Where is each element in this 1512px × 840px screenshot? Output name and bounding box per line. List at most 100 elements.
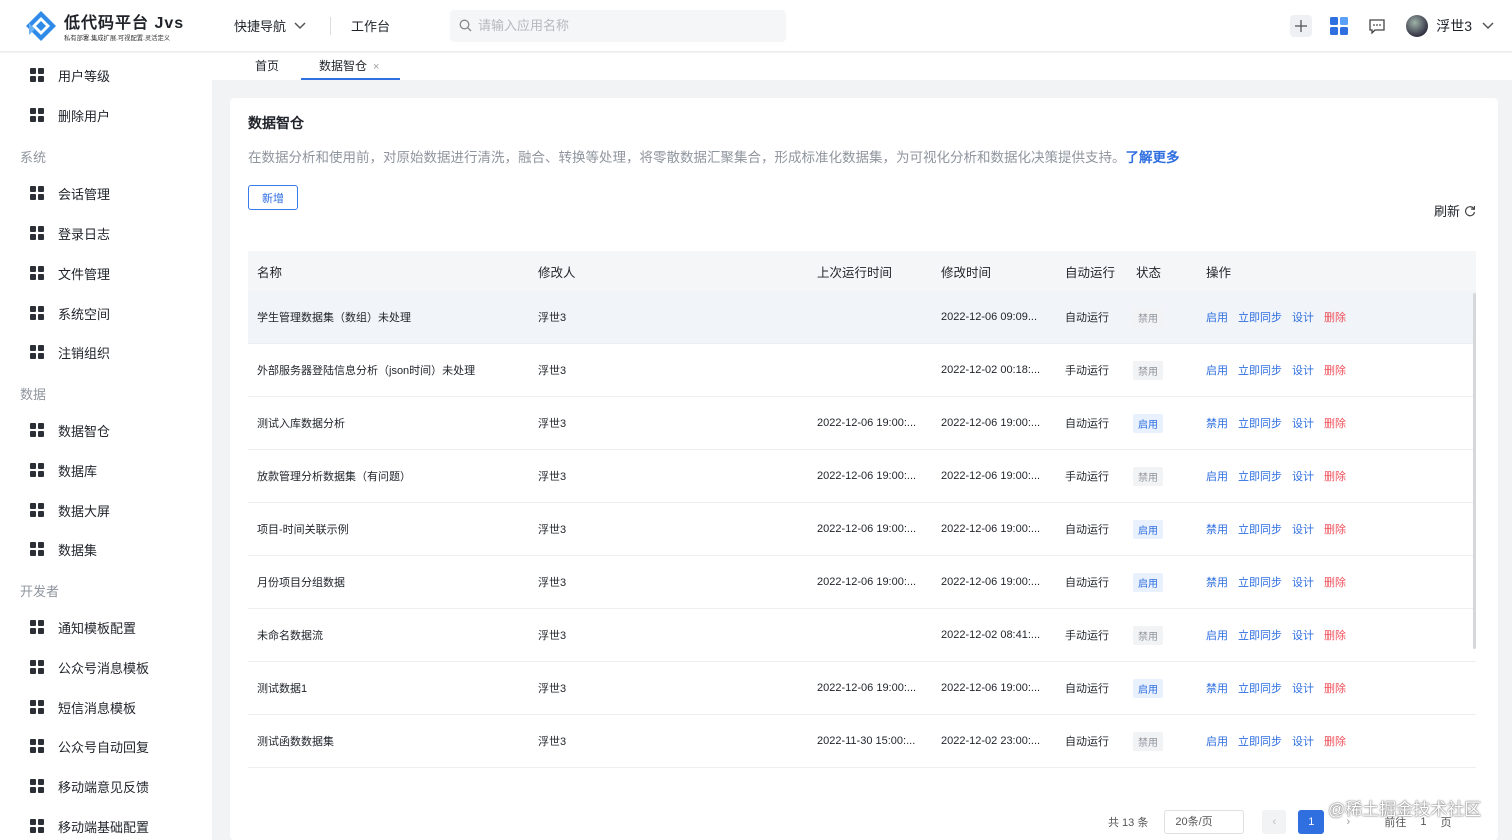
sidebar-item-dataset[interactable]: 数据集 [30,537,97,561]
chevron-down-icon[interactable] [1482,22,1494,30]
cell-modifier: 浮世3 [538,365,567,377]
sync-now-link[interactable]: 立即同步 [1238,736,1282,748]
design-link[interactable]: 设计 [1292,736,1314,748]
cell-name: 项目-时间关联示例 [257,524,349,536]
sidebar-item-label: 注销组织 [58,345,111,361]
prev-page-icon[interactable]: ‹ [1262,810,1287,834]
design-link[interactable]: 设计 [1292,365,1314,377]
sync-now-link[interactable]: 立即同步 [1238,524,1282,536]
row-actions: 启用 立即同步 设计 删除 [1206,309,1356,325]
sidebar-item-label: 公众号自动回复 [58,739,150,755]
sidebar-item-label: 短信消息模板 [58,700,137,716]
table-row[interactable]: 月份项目分组数据 浮世3 2022-12-06 19:00:... 2022-12-0… [248,556,1476,609]
grid-icon [30,819,44,833]
sync-now-link[interactable]: 立即同步 [1238,312,1282,324]
sidebar-item-mp-autoreply[interactable]: 公众号自动回复 [30,734,149,758]
apps-grid-icon[interactable] [1328,15,1350,37]
toggle-status-link[interactable]: 禁用 [1206,683,1228,695]
toggle-status-link[interactable]: 启用 [1206,630,1228,642]
sidebar-item-login-log[interactable]: 登录日志 [30,221,110,245]
table-row[interactable]: 未命名数据流 浮世3 2022-12-02 08:41:... 手动运行 禁用 启用 立即同… [248,609,1476,662]
add-button[interactable]: 新增 [248,185,298,210]
design-link[interactable]: 设计 [1292,471,1314,483]
cell-name: 测试函数数据集 [257,736,334,748]
learn-more-link[interactable]: 了解更多 [1126,150,1180,165]
refresh-label: 刷新 [1433,204,1460,219]
delete-link[interactable]: 删除 [1324,577,1346,589]
sidebar-item-mobile-config[interactable]: 移动端基础配置 [30,814,149,838]
toggle-status-link[interactable]: 禁用 [1206,524,1228,536]
table-row[interactable]: 学生管理数据集（数组）未处理 浮世3 2022-12-06 09:09... 自动运行… [248,291,1476,344]
sidebar-item-delete-user[interactable]: 删除用户 [30,103,110,127]
sync-now-link[interactable]: 立即同步 [1238,365,1282,377]
app-search-input[interactable] [478,18,769,33]
sidebar-item-notify-template[interactable]: 通知模板配置 [30,615,136,639]
page-description: 在数据分析和使用前，对原始数据进行清洗，融合、转换等处理，将零散数据汇聚集合，形… [248,150,1180,165]
delete-link[interactable]: 删除 [1324,683,1346,695]
sidebar-item-mobile-feedback[interactable]: 移动端意见反馈 [30,774,149,798]
refresh-button[interactable]: 刷新 [1434,201,1476,220]
design-link[interactable]: 设计 [1292,683,1314,695]
logo-title: 低代码平台 Jvs [64,14,185,32]
delete-link[interactable]: 删除 [1324,471,1346,483]
sync-now-link[interactable]: 立即同步 [1238,471,1282,483]
app-logo[interactable]: 低代码平台 Jvs 私有部署.集成扩展.可视配置.灵活定义 [24,9,210,43]
delete-link[interactable]: 删除 [1324,418,1346,430]
design-link[interactable]: 设计 [1292,312,1314,324]
tab-data-warehouse[interactable]: 数据智仓 × [301,53,400,80]
app-search-box[interactable] [450,9,787,42]
delete-link[interactable]: 删除 [1324,736,1346,748]
delete-link[interactable]: 删除 [1324,365,1346,377]
sidebar-item-data-warehouse[interactable]: 数据智仓 [30,418,110,442]
table-row[interactable]: 项目-时间关联示例 浮世3 2022-12-06 19:00:... 2022-12-… [248,503,1476,556]
delete-link[interactable]: 删除 [1324,312,1346,324]
sync-now-link[interactable]: 立即同步 [1238,630,1282,642]
table-row[interactable]: 放款管理分析数据集（有问题） 浮世3 2022-12-06 19:00:... 202… [248,450,1476,503]
sidebar-item-user-level[interactable]: 用户等级 [30,63,110,87]
delete-link[interactable]: 删除 [1324,630,1346,642]
username[interactable]: 浮世3 [1436,16,1472,36]
design-link[interactable]: 设计 [1292,524,1314,536]
chevron-down-icon [294,21,306,29]
user-avatar[interactable] [1406,15,1429,37]
design-link[interactable]: 设计 [1292,630,1314,642]
toggle-status-link[interactable]: 启用 [1206,365,1228,377]
table-row[interactable]: 测试函数数据集 浮世3 2022-11-30 15:00:... 2022-12-02… [248,715,1476,768]
sync-now-link[interactable]: 立即同步 [1238,683,1282,695]
sidebar-item-sms-template[interactable]: 短信消息模板 [30,695,136,719]
column-header: 修改时间 [941,265,992,280]
sidebar-item-files[interactable]: 文件管理 [30,261,110,285]
table-row[interactable]: 外部服务器登陆信息分析（json时间）未处理 浮世3 2022-12-02 00:1… [248,344,1476,397]
toggle-status-link[interactable]: 禁用 [1206,577,1228,589]
sidebar-item-data-screen[interactable]: 数据大屏 [30,498,110,522]
row-actions: 禁用 立即同步 设计 删除 [1206,574,1356,590]
sidebar-item-database[interactable]: 数据库 [30,458,97,482]
sidebar-item-mp-template[interactable]: 公众号消息模板 [30,655,149,679]
workbench-link[interactable]: 工作台 [351,16,390,35]
design-link[interactable]: 设计 [1292,577,1314,589]
sidebar-item-system-space[interactable]: 系统空间 [30,301,110,325]
toggle-status-link[interactable]: 启用 [1206,471,1228,483]
sidebar-item-cancel-org[interactable]: 注销组织 [30,340,110,364]
grid-icon [30,503,44,517]
table-scrollbar[interactable] [1473,293,1476,649]
sync-now-link[interactable]: 立即同步 [1238,577,1282,589]
toggle-status-link[interactable]: 启用 [1206,736,1228,748]
toggle-status-link[interactable]: 启用 [1206,312,1228,324]
quick-nav-dropdown[interactable]: 快捷导航 [234,0,306,52]
sidebar-item-sessions[interactable]: 会话管理 [30,181,110,205]
cell-mode: 自动运行 [1065,577,1109,589]
tab-home[interactable]: 首页 [255,53,279,80]
sync-now-link[interactable]: 立即同步 [1238,418,1282,430]
page-number[interactable]: 1 [1298,810,1325,834]
table-row[interactable]: 测试数据1 浮世3 2022-12-06 19:00:... 2022-12-06 1… [248,662,1476,715]
close-icon[interactable]: × [373,61,379,73]
grid-icon [30,779,44,793]
table-row[interactable]: 测试入库数据分析 浮世3 2022-12-06 19:00:... 2022-12-0… [248,397,1476,450]
add-icon[interactable] [1290,15,1313,37]
delete-link[interactable]: 删除 [1324,524,1346,536]
page-size-select[interactable]: 20条/页 [1164,810,1245,834]
message-icon[interactable] [1366,15,1388,37]
toggle-status-link[interactable]: 禁用 [1206,418,1228,430]
design-link[interactable]: 设计 [1292,418,1314,430]
